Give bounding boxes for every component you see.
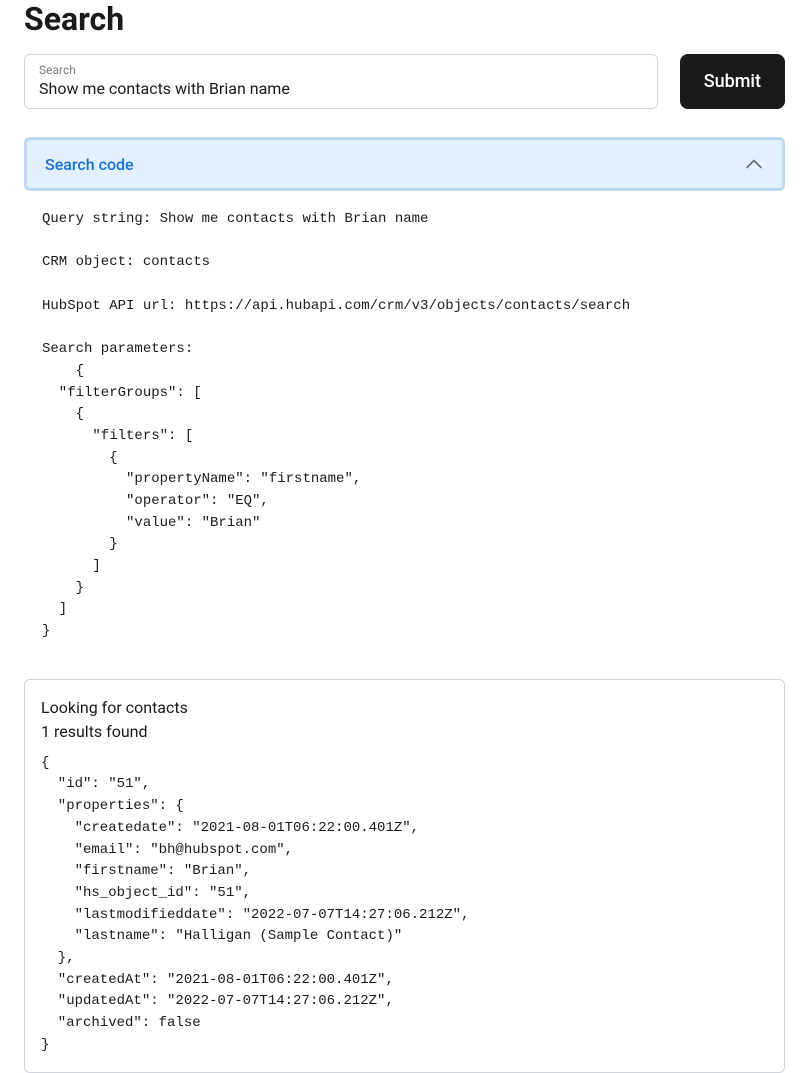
search-row: Search Submit — [24, 54, 785, 109]
search-input[interactable] — [39, 79, 643, 98]
results-card: Looking for contacts 1 results found { "… — [24, 679, 785, 1073]
results-count: 1 results found — [41, 722, 768, 741]
accordion-title: Search code — [45, 155, 134, 174]
search-code-accordion-header[interactable]: Search code — [24, 137, 785, 191]
results-heading: Looking for contacts — [41, 696, 768, 720]
search-label: Search — [39, 63, 643, 77]
search-field-wrapper[interactable]: Search — [24, 54, 658, 109]
results-json: { "id": "51", "properties": { "createdat… — [41, 753, 768, 1065]
submit-button[interactable]: Submit — [680, 54, 785, 109]
chevron-up-icon — [744, 154, 764, 174]
page-title: Search — [24, 0, 785, 38]
search-code-block: Query string: Show me contacts with Bria… — [24, 201, 785, 661]
